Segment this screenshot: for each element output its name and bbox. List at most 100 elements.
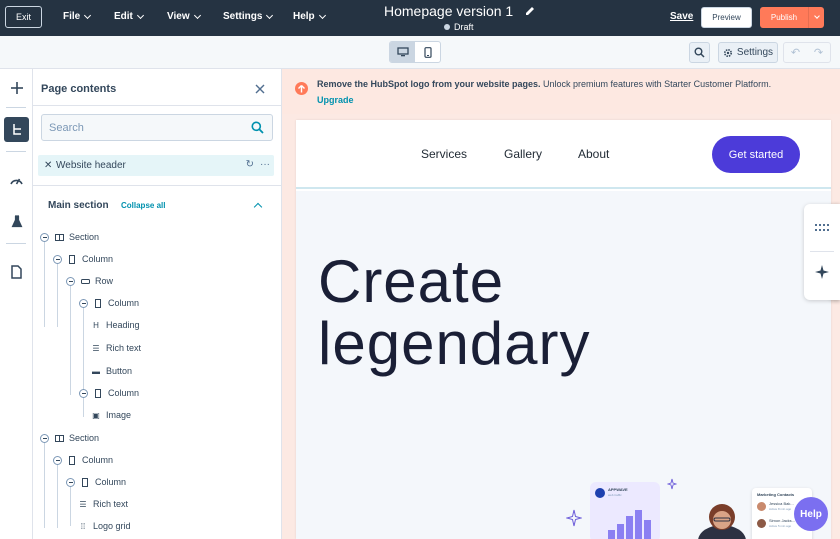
tree-item-column[interactable]: Column: [79, 295, 139, 311]
column-icon: [80, 477, 90, 487]
tree-item-label: Section: [69, 232, 100, 242]
tree-connector: [70, 486, 71, 526]
exit-button[interactable]: Exit: [5, 6, 42, 28]
redo-icon: ↷: [813, 47, 824, 59]
search-icon: [694, 47, 705, 58]
tree-item-column[interactable]: Column: [66, 474, 126, 490]
website-preview: Services Gallery About Get started Creat…: [296, 120, 831, 539]
menu-settings[interactable]: Settings: [223, 11, 274, 22]
publish-button[interactable]: Publish: [760, 7, 808, 28]
collapse-toggle-icon[interactable]: [66, 276, 75, 286]
redo-button[interactable]: ↷: [807, 43, 830, 62]
website-header[interactable]: Services Gallery About Get started: [296, 120, 831, 189]
collapse-toggle-icon[interactable]: [40, 433, 49, 443]
page-contents-button[interactable]: [4, 117, 29, 142]
tree-item-column[interactable]: Column: [53, 251, 113, 267]
avatar: [757, 518, 766, 528]
menu-file[interactable]: File: [63, 11, 92, 22]
chevron-down-icon: [193, 11, 201, 19]
menu-label: Settings: [223, 11, 263, 22]
desktop-icon: [396, 47, 409, 57]
undo-redo-group: ↶ ↷: [783, 42, 831, 63]
collapse-toggle-icon[interactable]: [53, 254, 62, 264]
tree-item-logo-grid[interactable]: ⁞⁞ Logo grid: [78, 518, 131, 534]
pencil-icon[interactable]: [525, 6, 535, 16]
left-rail: [0, 69, 33, 539]
tree-item-column[interactable]: Column: [79, 385, 139, 401]
tree-item-section[interactable]: Section: [40, 430, 99, 446]
column-icon: [67, 455, 77, 465]
collapse-toggle-icon[interactable]: [79, 298, 88, 308]
heading-icon: H: [93, 320, 99, 330]
tree-item-row[interactable]: Row: [66, 273, 113, 289]
get-started-button[interactable]: Get started: [712, 136, 800, 173]
page-title[interactable]: Homepage version 1: [384, 3, 544, 19]
collapse-toggle-icon[interactable]: [79, 388, 88, 398]
floating-toolbar: [804, 204, 840, 300]
tree-item-button[interactable]: ▬ Button: [91, 363, 132, 379]
menu-label: File: [63, 11, 81, 22]
tree-item-rich-text[interactable]: ☰ Rich text: [78, 496, 128, 512]
nav-link-about[interactable]: About: [578, 147, 609, 161]
mobile-view-button[interactable]: [415, 42, 440, 62]
chart-bar: [644, 520, 651, 539]
settings-button[interactable]: Settings: [718, 42, 778, 63]
chevron-down-icon: [318, 11, 326, 19]
hero-section[interactable]: Create legendary APPWAVE web traffic Mar…: [296, 191, 831, 539]
test-button[interactable]: [4, 209, 29, 234]
add-button[interactable]: [4, 75, 29, 100]
tree-item-rich-text[interactable]: ☰ Rich text: [91, 340, 141, 356]
tree-icon: [12, 124, 21, 135]
app-name: APPWAVE: [608, 487, 628, 492]
tree-item-label: Logo grid: [93, 521, 131, 531]
tree-item-label: Column: [82, 254, 114, 264]
collapse-toggle-icon[interactable]: [40, 232, 49, 242]
tree-connector: [44, 442, 45, 528]
menu-edit[interactable]: Edit: [114, 11, 144, 22]
desktop-view-button[interactable]: [390, 42, 415, 62]
nav-link-services[interactable]: Services: [421, 147, 467, 161]
status-row: Draft: [444, 22, 474, 32]
preview-button[interactable]: Preview: [701, 7, 752, 28]
section-icon: [54, 433, 64, 443]
ai-assistant-button[interactable]: [804, 252, 840, 292]
rail-divider: [6, 243, 26, 244]
mobile-icon: [423, 46, 432, 58]
tree-item-label: Rich text: [93, 499, 129, 509]
optimize-button[interactable]: [4, 167, 29, 192]
column-icon: [67, 254, 77, 264]
tree-item-image[interactable]: ▣ Image: [91, 407, 131, 423]
menu-help[interactable]: Help: [293, 11, 326, 22]
tree-connector: [44, 241, 45, 327]
collapse-toggle-icon[interactable]: [66, 477, 75, 487]
person-photo: [698, 504, 746, 539]
tree-item-column[interactable]: Column: [53, 452, 113, 468]
column-icon: [93, 388, 103, 398]
tree-item-heading[interactable]: H Heading: [91, 317, 139, 333]
publish-options-button[interactable]: [808, 7, 824, 28]
help-button[interactable]: Help: [794, 497, 828, 531]
upgrade-link[interactable]: Upgrade: [317, 95, 354, 105]
undo-icon: ↶: [790, 47, 801, 59]
undo-button[interactable]: ↶: [784, 43, 807, 62]
hero-heading[interactable]: Create legendary: [318, 251, 590, 375]
nav-link-gallery[interactable]: Gallery: [504, 147, 542, 161]
chevron-down-icon: [266, 11, 274, 19]
page-settings-button[interactable]: [4, 259, 29, 284]
collapse-toggle-icon[interactable]: [53, 455, 62, 465]
save-button[interactable]: Save: [670, 11, 693, 22]
tree-item-section[interactable]: Section: [40, 229, 99, 245]
menu-view[interactable]: View: [167, 11, 201, 22]
facebook-icon: [595, 488, 605, 498]
chart-bar: [617, 524, 624, 539]
search-button[interactable]: [689, 42, 710, 63]
image-icon: ▣: [92, 410, 100, 420]
banner-bold-text: Remove the HubSpot logo from your websit…: [317, 79, 541, 89]
flask-icon: [11, 215, 22, 228]
contact-info: Jessica Bak... Active 8 min ago: [769, 501, 794, 511]
sparkle-icon: [667, 478, 677, 490]
drag-handle[interactable]: [804, 208, 840, 248]
sparkle-icon: [815, 265, 829, 279]
sparkle-icon: [566, 509, 582, 527]
grid-dots-icon: [815, 224, 829, 231]
